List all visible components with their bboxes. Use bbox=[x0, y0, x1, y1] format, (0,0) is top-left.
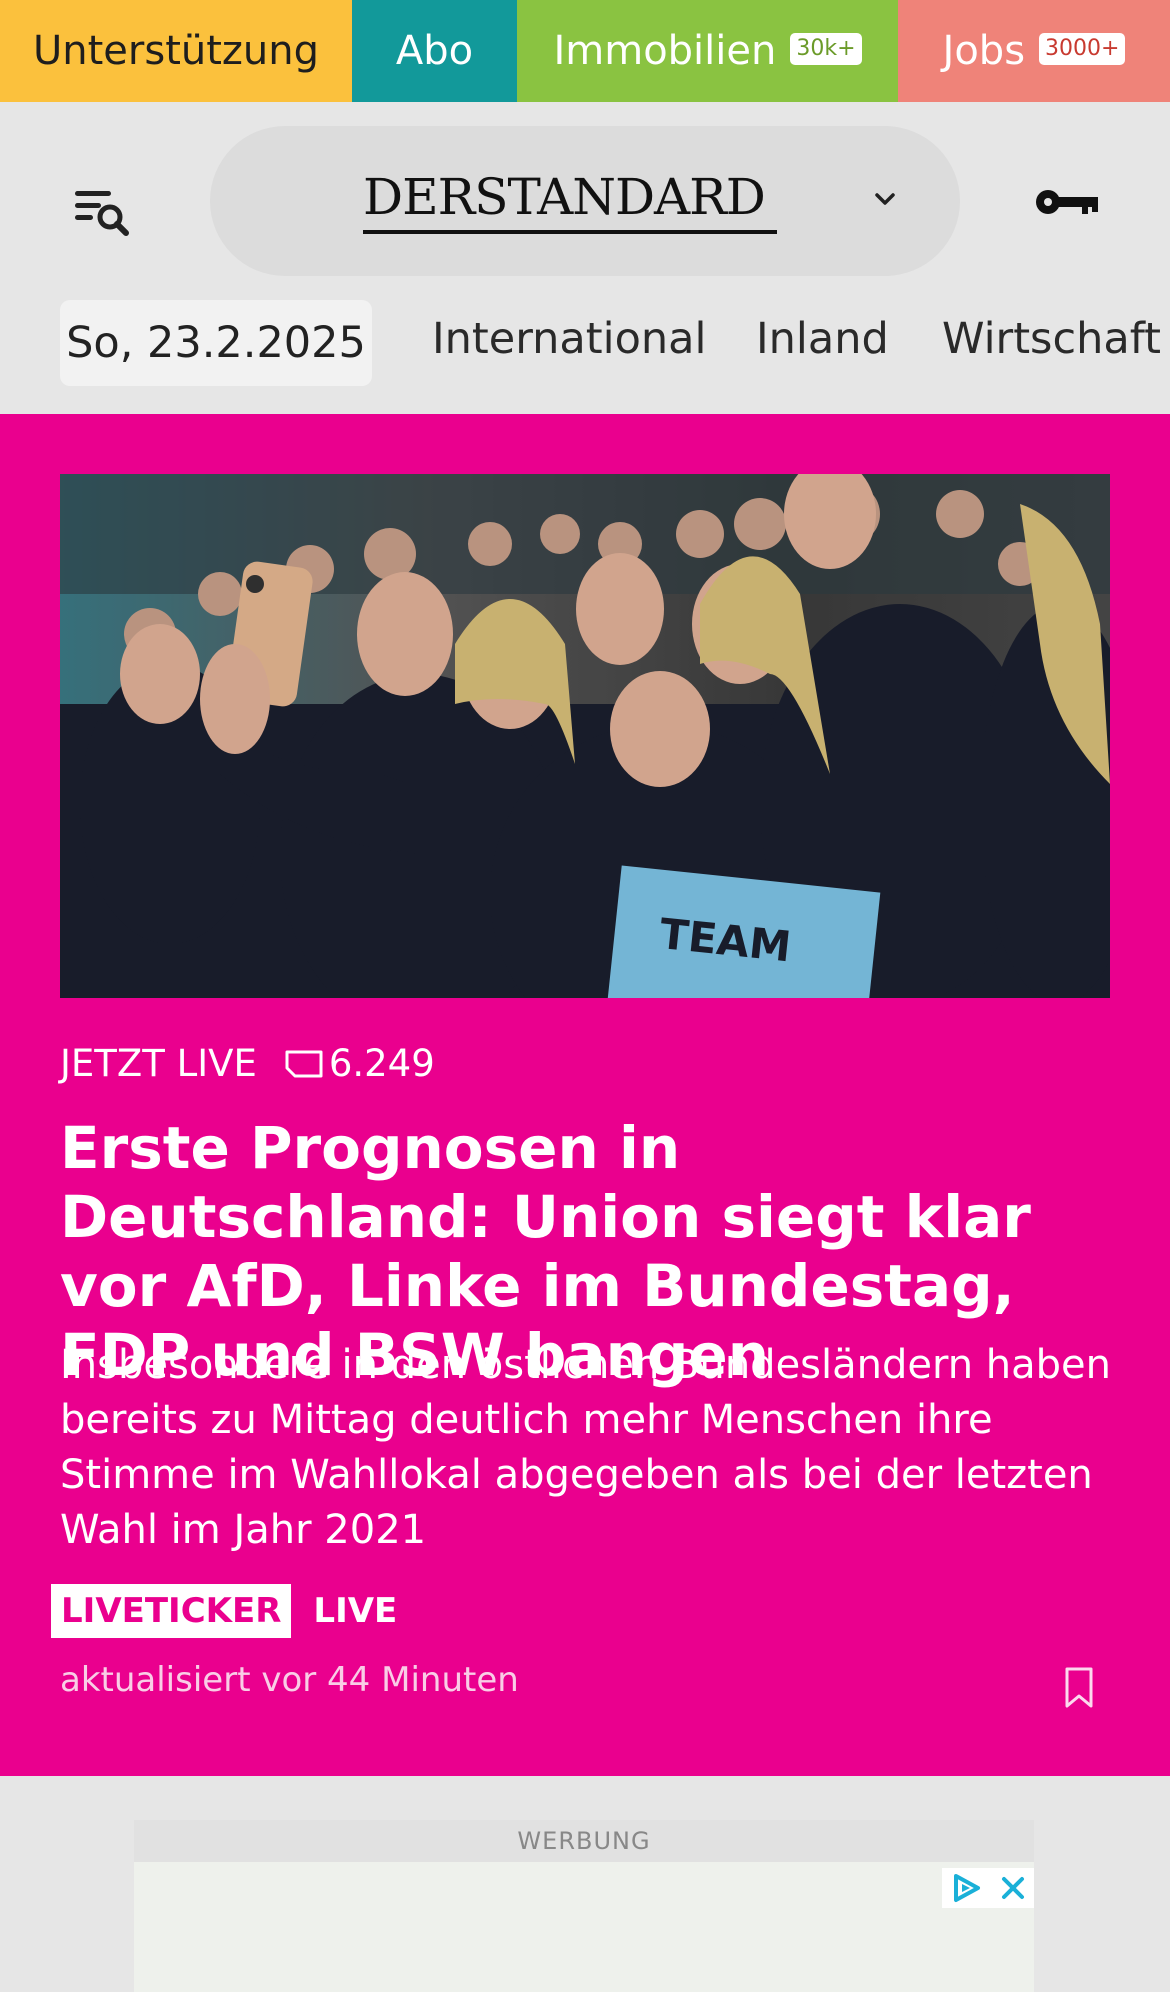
logo-switcher[interactable]: DERSTANDARD bbox=[210, 126, 960, 276]
immobilien-label: Immobilien bbox=[553, 28, 777, 74]
nav-item-international[interactable]: International bbox=[432, 314, 706, 364]
updated-timestamp: aktualisiert vor 44 Minuten bbox=[60, 1660, 519, 1700]
bookmark-icon[interactable] bbox=[1064, 1666, 1094, 1710]
chevron-down-icon bbox=[875, 193, 895, 205]
hero-image[interactable]: TEAM bbox=[60, 474, 1110, 998]
logo-underline bbox=[363, 230, 777, 234]
abo-label: Abo bbox=[395, 28, 474, 74]
jobs-label: Jobs bbox=[942, 28, 1026, 74]
jobs-link[interactable]: Jobs 3000+ bbox=[898, 0, 1170, 102]
article-tags: LIVETICKER LIVE bbox=[51, 1584, 397, 1638]
hero-article[interactable]: TEAM JETZT LIVE 6.249 Erste Prognosen in… bbox=[0, 414, 1170, 1776]
crowd-selfie-photo: TEAM bbox=[60, 474, 1110, 998]
article-meta: JETZT LIVE 6.249 bbox=[60, 1042, 435, 1085]
site-header: DERSTANDARD So, 23.2.2025 International … bbox=[0, 102, 1170, 414]
nav-item-wirtschaft[interactable]: Wirtschaft bbox=[942, 314, 1161, 364]
login-button[interactable] bbox=[1032, 172, 1102, 232]
jobs-count-badge: 3000+ bbox=[1039, 33, 1126, 65]
tag-live: LIVE bbox=[313, 1591, 398, 1631]
tag-liveticker: LIVETICKER bbox=[51, 1584, 292, 1638]
key-icon bbox=[1036, 190, 1098, 214]
service-bar: Unterstützung Abo Immobilien 30k+ Jobs 3… bbox=[0, 0, 1170, 102]
date-display: So, 23.2.2025 bbox=[60, 300, 372, 386]
comment-count[interactable]: 6.249 bbox=[329, 1042, 435, 1085]
menu-search-icon bbox=[75, 191, 129, 236]
immobilien-link[interactable]: Immobilien 30k+ bbox=[517, 0, 898, 102]
nav-item-inland[interactable]: Inland bbox=[756, 314, 889, 364]
ad-slot[interactable] bbox=[134, 1862, 1034, 1992]
adchoices-icon[interactable] bbox=[949, 1872, 985, 1904]
menu-search-button[interactable] bbox=[70, 177, 140, 247]
support-label: Unterstützung bbox=[32, 28, 319, 74]
live-status: JETZT LIVE bbox=[60, 1042, 257, 1085]
support-link[interactable]: Unterstützung bbox=[0, 0, 352, 102]
comment-icon bbox=[285, 1050, 323, 1077]
section-nav: So, 23.2.2025 International Inland Wirts… bbox=[0, 298, 1170, 388]
abo-link[interactable]: Abo bbox=[352, 0, 517, 102]
ad-container: WERBUNG bbox=[134, 1820, 1034, 1992]
site-logo: DERSTANDARD bbox=[363, 168, 766, 226]
article-teaser: Insbesondere in den östlichen Bundesländ… bbox=[60, 1342, 1112, 1553]
immobilien-count-badge: 30k+ bbox=[790, 33, 862, 65]
ad-label: WERBUNG bbox=[134, 1820, 1034, 1862]
ad-controls bbox=[942, 1868, 1034, 1908]
close-icon[interactable] bbox=[998, 1873, 1028, 1903]
